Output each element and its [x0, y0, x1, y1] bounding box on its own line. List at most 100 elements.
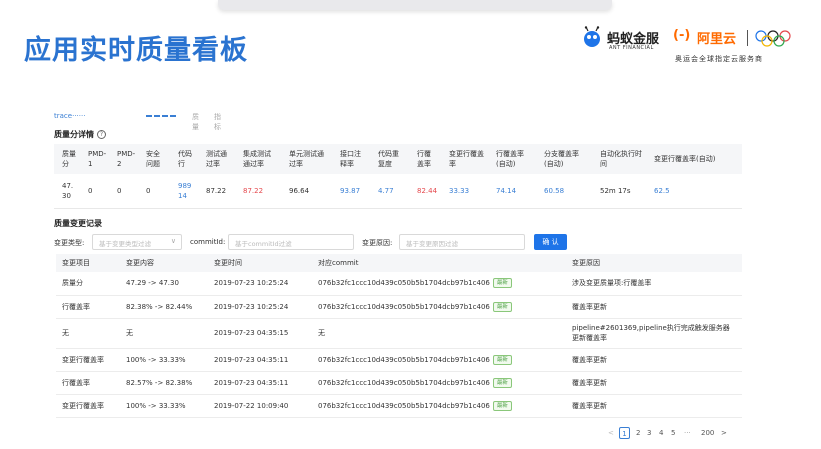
- page-3-button[interactable]: 3: [647, 427, 651, 439]
- change-header: 对应commit: [312, 254, 566, 272]
- metric-code-lines-link[interactable]: 98914: [170, 174, 198, 209]
- change-time: 2019-07-23 04:35:15: [208, 318, 312, 349]
- change-item: 变更行覆盖率: [56, 348, 120, 372]
- metric-unit-pass-rate: 96.64: [281, 174, 332, 209]
- change-commit: 076b32fc1ccc10d439c050b5b1704dcb97b1c406…: [312, 348, 566, 372]
- metric-api-comment-rate-link[interactable]: 93.87: [332, 174, 370, 209]
- latest-badge: 最新: [492, 400, 512, 411]
- change-content: 100% -> 33.33%: [120, 394, 208, 418]
- metric-integration-pass-rate: 87.22: [235, 174, 281, 209]
- change-time: 2019-07-22 10:09:40: [208, 394, 312, 418]
- metric-header: 接口注释率: [332, 144, 370, 174]
- change-reason: 覆盖率更新: [566, 295, 742, 319]
- ant-logo-icon: [584, 26, 600, 47]
- change-content: 82.38% -> 82.44%: [120, 295, 208, 319]
- metric-header: 集成测试通过率: [235, 144, 281, 174]
- metric-header: 安全问题: [138, 144, 170, 174]
- metric-pmd-2: 0: [109, 174, 138, 209]
- latest-badge: 最新: [492, 377, 512, 388]
- commit-filter-label: commitId:: [190, 238, 226, 246]
- metric-header: 单元测试通过率: [281, 144, 332, 174]
- help-icon[interactable]: ?: [97, 130, 106, 139]
- metrics-header-row: 质量分 PMD-1 PMD-2 安全问题 代码行 测试通过率 集成测试通过率 单…: [54, 144, 742, 174]
- change-reason: 覆盖率更新: [566, 394, 742, 418]
- change-content: 82.57% -> 82.38%: [120, 371, 208, 395]
- metric-auto-branch-coverage-link[interactable]: 60.58: [536, 174, 592, 209]
- tab-metrics[interactable]: 指标: [214, 112, 221, 132]
- change-time: 2019-07-23 04:35:11: [208, 371, 312, 395]
- change-item: 质量分: [56, 272, 120, 296]
- change-commit: 076b32fc1ccc10d439c050b5b1704dcb97b1c406…: [312, 394, 566, 418]
- change-content: 无: [120, 318, 208, 349]
- metrics-value-row: 47.30 0 0 0 98914 87.22 87.22 96.64 93.8…: [54, 174, 742, 209]
- metric-header: 行覆盖率(自动): [488, 144, 536, 174]
- commit-hash[interactable]: 076b32fc1ccc10d439c050b5b1704dcb97b1c406: [318, 279, 490, 287]
- prev-page-icon[interactable]: <: [608, 427, 614, 439]
- metric-quality-score: 47.30: [54, 174, 80, 209]
- reason-filter-input[interactable]: 基于变更原因过滤: [399, 234, 525, 250]
- change-record-title: 质量变更记录: [54, 219, 102, 228]
- type-filter-select[interactable]: 基于变更类型过滤 ∨: [92, 234, 182, 250]
- nav-active-indicator: [146, 115, 176, 118]
- commit-hash: 无: [318, 329, 325, 337]
- metric-auto-exec-time: 52m 17s: [592, 174, 646, 209]
- page-2-button[interactable]: 2: [636, 427, 640, 439]
- commit-hash[interactable]: 076b32fc1ccc10d439c050b5b1704dcb97b1c406: [318, 303, 490, 311]
- change-item: 行覆盖率: [56, 371, 120, 395]
- page-1-button[interactable]: 1: [619, 427, 630, 439]
- change-header-row: 变更项目 变更内容 变更时间 对应commit 变更原因: [56, 254, 742, 272]
- change-header: 变更项目: [56, 254, 120, 272]
- change-time: 2019-07-23 10:25:24: [208, 295, 312, 319]
- confirm-button[interactable]: 确 认: [534, 234, 567, 250]
- change-record-table: 变更项目 变更内容 变更时间 对应commit 变更原因 质量分 47.29 -…: [56, 254, 742, 418]
- next-page-icon[interactable]: >: [721, 427, 727, 439]
- metric-header: PMD-2: [109, 144, 138, 174]
- olympic-rings-icon: [755, 30, 791, 47]
- change-header: 变更时间: [208, 254, 312, 272]
- change-content: 47.29 -> 47.30: [120, 272, 208, 296]
- table-row: 质量分 47.29 -> 47.30 2019-07-23 10:25:24 0…: [56, 272, 742, 296]
- commit-filter-input[interactable]: 基于commitId过滤: [228, 234, 354, 250]
- change-header: 变更内容: [120, 254, 208, 272]
- app-brand-link[interactable]: trace······: [54, 112, 85, 120]
- metric-header: 质量分: [54, 144, 80, 174]
- table-row: 行覆盖率 82.38% -> 82.44% 2019-07-23 10:25:2…: [56, 295, 742, 319]
- change-reason: pipeline#2601369,pipeline执行完成触发服务器更新覆盖率: [566, 318, 742, 349]
- metric-header: 代码行: [170, 144, 198, 174]
- metric-auto-line-coverage-link[interactable]: 74.14: [488, 174, 536, 209]
- metric-duplication-link[interactable]: 4.77: [370, 174, 409, 209]
- commit-hash[interactable]: 076b32fc1ccc10d439c050b5b1704dcb97b1c406: [318, 356, 490, 364]
- table-row: 无 无 2019-07-23 04:35:15 无 pipeline#26013…: [56, 318, 742, 349]
- tab-quality[interactable]: 质量: [192, 112, 199, 132]
- change-item: 变更行覆盖率: [56, 394, 120, 418]
- metric-pmd-1: 0: [80, 174, 109, 209]
- latest-badge: 最新: [492, 278, 512, 289]
- change-commit: 076b32fc1ccc10d439c050b5b1704dcb97b1c406…: [312, 272, 566, 296]
- page-ellipsis[interactable]: ···: [684, 427, 691, 439]
- change-content: 100% -> 33.33%: [120, 348, 208, 372]
- metric-security-issues: 0: [138, 174, 170, 209]
- metric-header: PMD-1: [80, 144, 109, 174]
- metric-header: 变更行覆盖率: [441, 144, 488, 174]
- metric-header: 测试通过率: [198, 144, 235, 174]
- table-row: 行覆盖率 82.57% -> 82.38% 2019-07-23 04:35:1…: [56, 371, 742, 395]
- change-commit: 076b32fc1ccc10d439c050b5b1704dcb97b1c406…: [312, 371, 566, 395]
- change-reason: 覆盖率更新: [566, 371, 742, 395]
- page-last-button[interactable]: 200: [701, 427, 714, 439]
- metric-change-line-coverage-link[interactable]: 33.33: [441, 174, 488, 209]
- metric-test-pass-rate: 87.22: [198, 174, 235, 209]
- page-4-button[interactable]: 4: [659, 427, 663, 439]
- change-reason: 涉及变更质量项:行覆盖率: [566, 272, 742, 296]
- latest-badge: 最新: [492, 301, 512, 312]
- reason-filter-label: 变更原因:: [362, 239, 393, 247]
- type-filter-label: 变更类型:: [54, 239, 85, 247]
- commit-hash[interactable]: 076b32fc1ccc10d439c050b5b1704dcb97b1c406: [318, 379, 490, 387]
- metric-auto-change-line-coverage-link[interactable]: 62.5: [646, 174, 742, 209]
- metric-header: 分支覆盖率(自动): [536, 144, 592, 174]
- ant-financial-sub: ANT FINANCIAL: [609, 45, 654, 51]
- page-5-button[interactable]: 5: [671, 427, 675, 439]
- change-filter-bar: 变更类型: 基于变更类型过滤 ∨ commitId: 基于commitId过滤 …: [54, 234, 574, 250]
- slide-title: 应用实时质量看板: [24, 35, 248, 66]
- table-row: 变更行覆盖率 100% -> 33.33% 2019-07-22 10:09:4…: [56, 394, 742, 418]
- commit-hash[interactable]: 076b32fc1ccc10d439c050b5b1704dcb97b1c406: [318, 402, 490, 410]
